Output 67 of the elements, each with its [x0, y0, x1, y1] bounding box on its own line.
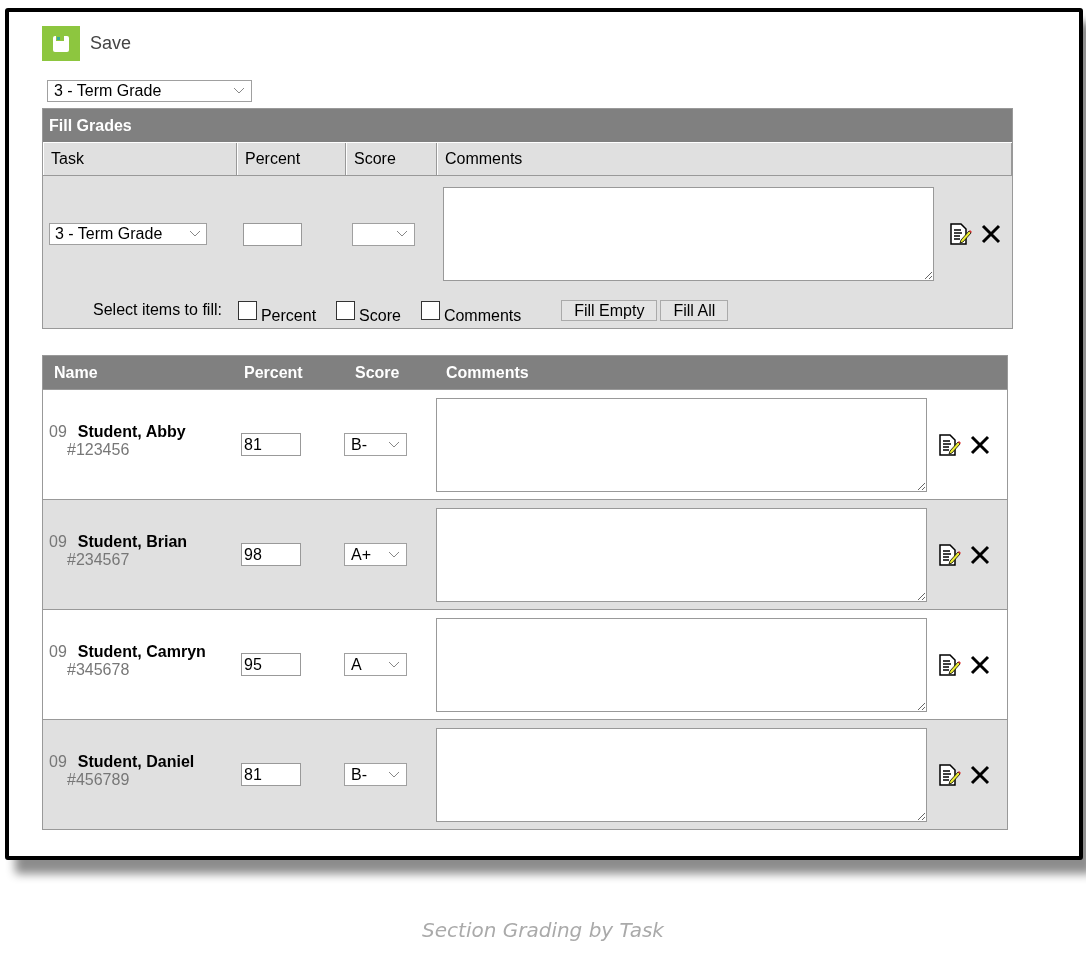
caption: Section Grading by Task	[421, 918, 665, 942]
column-header: Name	[53, 363, 99, 383]
column-header: Percent	[237, 143, 346, 175]
student-id: #234567	[67, 550, 131, 569]
task-dropdown[interactable]: 3 - Term Grade	[47, 80, 252, 102]
panel-title: Fill Grades	[43, 109, 1012, 142]
caret-icon	[233, 87, 245, 95]
column-header: Score	[354, 363, 401, 383]
task-dropdown[interactable]: 3 - Term Grade	[49, 223, 207, 245]
select-label: Select items to fill:	[93, 301, 222, 319]
caret-icon	[388, 770, 400, 779]
student-id: #345678	[67, 660, 131, 679]
fill-button[interactable]: Fill Empty	[561, 299, 658, 321]
fill-button[interactable]: Fill All	[660, 299, 729, 321]
score-dropdown[interactable]: B-	[344, 763, 407, 786]
comments-field[interactable]	[436, 617, 927, 712]
caret-icon	[189, 230, 201, 238]
student-name: Student, Abby	[77, 422, 186, 441]
close-icon[interactable]	[981, 224, 1001, 244]
score-dropdown[interactable]: B-	[344, 433, 407, 456]
caret-icon	[388, 660, 400, 669]
grade-level: 09	[49, 642, 67, 661]
checkbox-label: Comments	[443, 307, 522, 324]
percent-field[interactable]	[243, 222, 302, 246]
checkbox[interactable]	[237, 300, 257, 320]
student-name: Student, Camryn	[77, 642, 206, 661]
student-id: #456789	[67, 770, 131, 789]
notepad-pencil-icon[interactable]	[949, 223, 973, 245]
caret-icon	[396, 230, 408, 238]
score-dropdown[interactable]: A+	[344, 543, 407, 566]
notepad-pencil-icon[interactable]	[938, 653, 962, 676]
percent-field[interactable]: 95	[241, 653, 301, 676]
percent-field[interactable]: 81	[241, 433, 301, 456]
save-button[interactable]: Save	[42, 26, 132, 61]
save-icon	[42, 26, 80, 61]
column-header: Comments	[445, 363, 530, 383]
close-icon[interactable]	[970, 544, 990, 565]
notepad-pencil-icon[interactable]	[938, 543, 962, 566]
checkbox-label: Percent	[260, 307, 317, 324]
grade-level: 09	[49, 752, 67, 771]
comments-field[interactable]	[436, 507, 927, 602]
column-header: Score	[346, 143, 437, 175]
checkbox[interactable]	[420, 300, 440, 320]
checkbox-label: Score	[359, 307, 401, 324]
score-dropdown[interactable]	[352, 222, 415, 246]
close-icon[interactable]	[970, 434, 990, 455]
percent-field[interactable]: 98	[241, 543, 301, 566]
column-header: Task	[43, 143, 237, 175]
comments-field[interactable]	[436, 727, 927, 822]
notepad-pencil-icon[interactable]	[938, 433, 962, 456]
student-name: Student, Brian	[77, 532, 188, 551]
comments-field[interactable]	[436, 397, 927, 492]
column-header: Percent	[243, 363, 304, 383]
close-icon[interactable]	[970, 654, 990, 675]
caret-icon	[388, 550, 400, 559]
percent-field[interactable]: 81	[241, 763, 301, 786]
checkbox[interactable]	[336, 300, 356, 320]
column-header: Comments	[437, 143, 1012, 175]
student-name: Student, Daniel	[77, 752, 195, 771]
grade-level: 09	[49, 532, 67, 551]
score-dropdown[interactable]: A	[344, 653, 407, 676]
notepad-pencil-icon[interactable]	[938, 763, 962, 786]
student-id: #123456	[67, 440, 131, 459]
comments-field[interactable]	[443, 187, 934, 281]
grade-level: 09	[49, 422, 67, 441]
close-icon[interactable]	[970, 764, 990, 785]
caret-icon	[388, 440, 400, 449]
